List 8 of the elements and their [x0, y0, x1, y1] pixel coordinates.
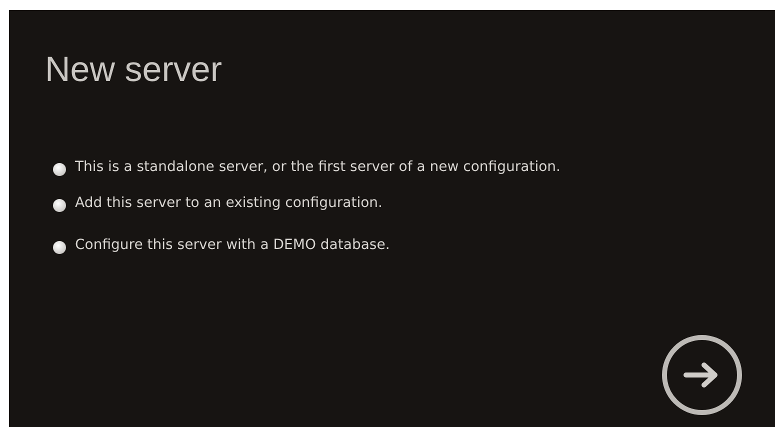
option-label: This is a standalone server, or the first server of a new configuration.	[75, 160, 562, 175]
dialog-title: New server	[45, 49, 222, 91]
next-button[interactable]	[662, 335, 742, 415]
radio-button[interactable]	[53, 163, 66, 176]
option-label: Add this server to an existing configuration.	[75, 196, 384, 211]
option-label: Configure this server with a DEMO database.	[75, 238, 391, 253]
radio-button[interactable]	[53, 199, 66, 212]
radio-button[interactable]	[53, 241, 66, 254]
